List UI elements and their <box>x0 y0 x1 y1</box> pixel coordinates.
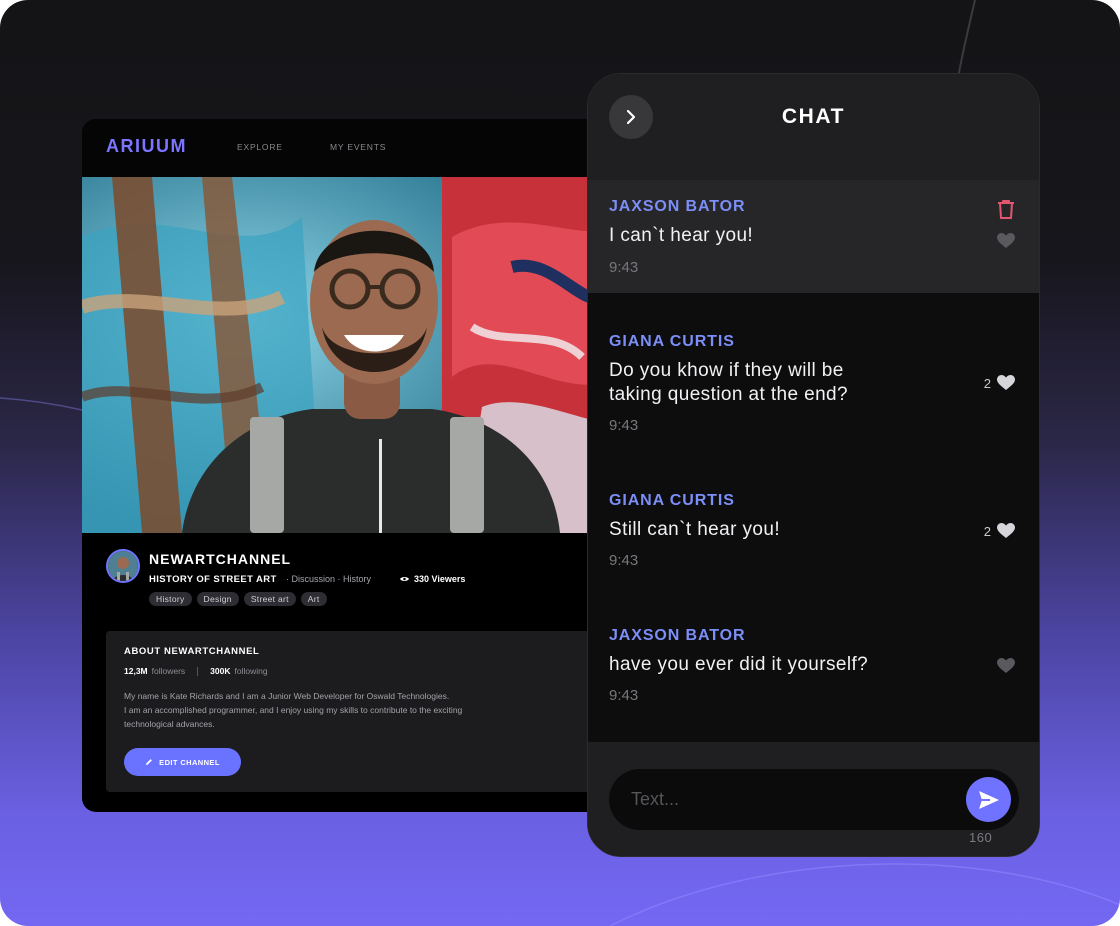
like-control[interactable] <box>997 233 1015 249</box>
viewer-count: 330 Viewers <box>400 574 465 584</box>
chat-title: CHAT <box>781 105 846 128</box>
heart-icon[interactable] <box>997 233 1015 249</box>
stream-tags: History Design Street art Art <box>149 592 327 606</box>
trash-icon[interactable] <box>997 199 1015 219</box>
like-count: 2 <box>983 375 991 391</box>
bio-line: My name is Kate Richards and I am a Juni… <box>124 691 450 701</box>
followers-count: 12,3M <box>124 666 148 676</box>
send-icon <box>978 790 999 809</box>
eye-icon <box>400 576 409 582</box>
following-label: following <box>234 666 268 676</box>
bio-line: I am an accomplished programmer, and I e… <box>124 705 463 715</box>
channel-avatar[interactable] <box>106 549 140 583</box>
message-username[interactable]: JAXSON BATOR <box>609 627 745 645</box>
message-time: 9:43 <box>609 687 639 704</box>
send-button[interactable] <box>966 777 1011 822</box>
stream-video-image[interactable] <box>82 177 622 533</box>
channel-bio: My name is Kate Richards and I am a Juni… <box>124 689 544 731</box>
message-text: have you ever did it yourself? <box>609 654 869 675</box>
chat-header: CHAT <box>588 74 1039 180</box>
message-username[interactable]: JAXSON BATOR <box>609 198 745 216</box>
heart-icon[interactable] <box>997 658 1015 674</box>
like-control[interactable]: 2 <box>984 523 1015 539</box>
edit-channel-button[interactable]: EDIT CHANNEL <box>124 748 241 776</box>
character-limit: 160 <box>969 830 993 845</box>
heart-icon[interactable] <box>997 523 1015 539</box>
message-username[interactable]: GIANA CURTIS <box>609 333 735 351</box>
message-username[interactable]: GIANA CURTIS <box>609 492 735 510</box>
brand-logo[interactable]: ARIUUM <box>106 136 187 157</box>
tag-art[interactable]: Art <box>300 592 327 606</box>
message-line: taking question at the end? <box>609 384 848 405</box>
channel-name[interactable]: NEWARTCHANNEL <box>149 551 291 567</box>
top-navigation: ARIUUM EXPLORE MY EVENTS <box>82 119 622 177</box>
message-input[interactable] <box>631 786 931 812</box>
streaming-app-window: ARIUUM EXPLORE MY EVENTS NEWARTCHANNEL H… <box>82 119 622 812</box>
message-line: Do you khow if they will be <box>609 360 844 381</box>
followers-label: followers <box>151 666 186 676</box>
chat-panel: CHAT JAXSON BATOR I can`t hear you! 9:43… <box>587 73 1040 857</box>
following-count: 300K <box>210 666 231 676</box>
stats-divider <box>197 666 199 676</box>
message-text: Do you khow if they will be taking quest… <box>609 359 939 407</box>
nav-explore[interactable]: EXPLORE <box>237 142 283 152</box>
stream-categories: · Discussion · History <box>286 574 372 584</box>
bio-line: technological advances. <box>124 719 215 729</box>
like-control[interactable] <box>997 658 1015 674</box>
chat-message[interactable]: GIANA CURTIS Still can`t hear you! 9:43 … <box>588 473 1039 583</box>
tag-street-art[interactable]: Street art <box>243 592 296 606</box>
pencil-icon <box>146 759 153 765</box>
chat-message[interactable]: JAXSON BATOR have you ever did it yourse… <box>588 608 1039 718</box>
chat-message[interactable]: JAXSON BATOR I can`t hear you! 9:43 <box>588 180 1039 293</box>
like-control[interactable]: 2 <box>984 375 1015 391</box>
message-composer <box>609 769 1019 830</box>
about-channel-card: ABOUT NEWARTCHANNEL 12,3M followers 300K… <box>106 631 622 792</box>
channel-stats: 12,3M followers 300K following <box>124 666 268 676</box>
tag-history[interactable]: History <box>149 592 192 606</box>
message-text: Still can`t hear you! <box>609 519 781 540</box>
stream-title: HISTORY OF STREET ART <box>149 574 277 585</box>
heart-icon[interactable] <box>997 375 1015 391</box>
nav-my-events[interactable]: MY EVENTS <box>330 142 386 152</box>
message-time: 9:43 <box>609 552 639 569</box>
message-time: 9:43 <box>609 259 639 276</box>
like-count: 2 <box>983 523 991 539</box>
message-text: I can`t hear you! <box>609 225 754 246</box>
showcase-background: ARIUUM EXPLORE MY EVENTS NEWARTCHANNEL H… <box>0 0 1120 926</box>
message-time: 9:43 <box>609 417 639 434</box>
viewer-count-label: 330 Viewers <box>414 574 466 584</box>
edit-channel-label: EDIT CHANNEL <box>159 757 220 767</box>
chat-message[interactable]: GIANA CURTIS Do you khow if they will be… <box>588 314 1039 444</box>
tag-design[interactable]: Design <box>196 592 239 606</box>
about-title: ABOUT NEWARTCHANNEL <box>124 646 260 657</box>
